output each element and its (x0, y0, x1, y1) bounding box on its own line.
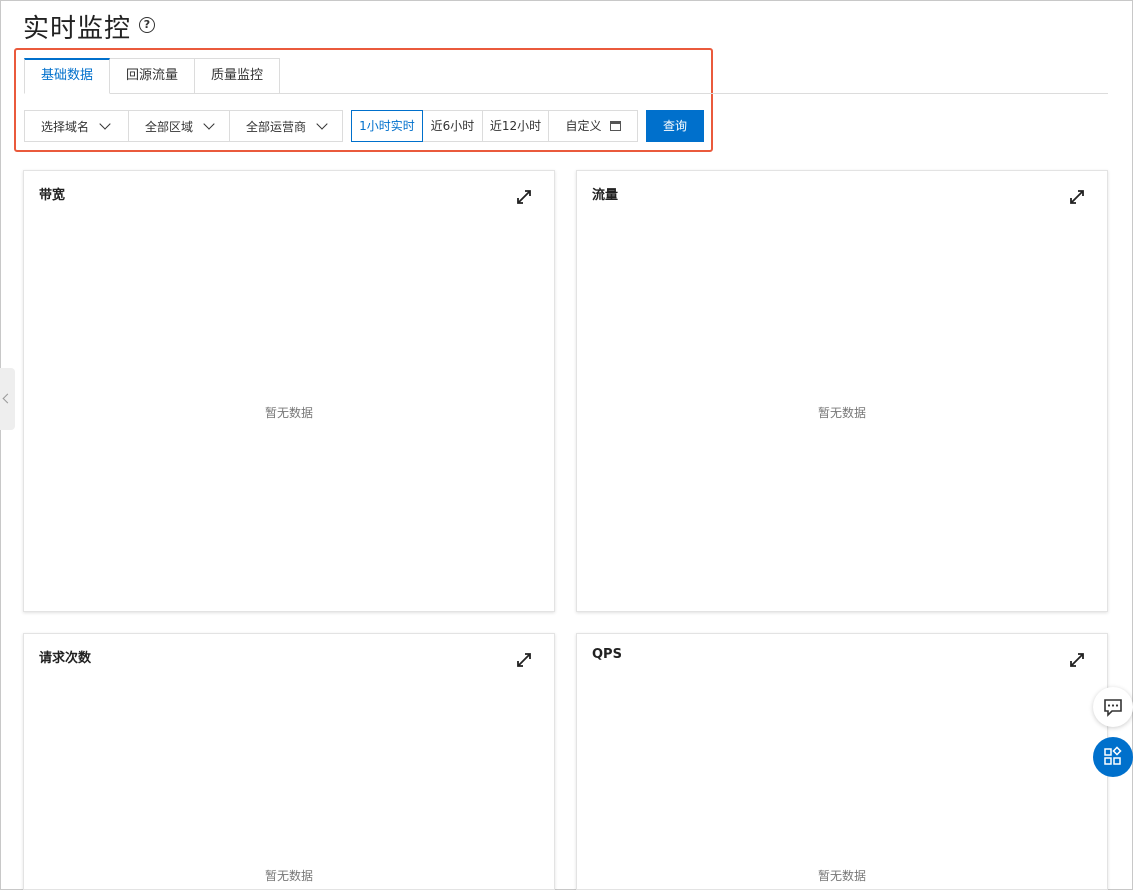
chat-button[interactable] (1093, 687, 1133, 727)
filter-bar: 选择域名 全部区域 全部运营商 (24, 110, 343, 142)
tab-basic-data[interactable]: 基础数据 (24, 58, 111, 94)
chart-card-bandwidth: 带宽 暂无数据 (23, 170, 555, 612)
card-title: 流量 (592, 188, 619, 203)
expand-icon[interactable] (516, 189, 532, 205)
chevron-down-icon (203, 118, 215, 130)
expand-icon[interactable] (516, 652, 532, 668)
domain-select[interactable]: 选择域名 (24, 110, 129, 142)
tab-divider (291, 93, 1108, 94)
region-select[interactable]: 全部区域 (129, 110, 230, 142)
sidebar-collapse-handle[interactable] (0, 368, 15, 430)
chart-card-requests: 请求次数 暂无数据 (23, 633, 555, 890)
chart-card-qps: QPS 暂无数据 (576, 633, 1108, 890)
chevron-down-icon (99, 118, 111, 130)
card-title: 请求次数 (39, 651, 92, 666)
tab-origin-traffic[interactable]: 回源流量 (110, 58, 196, 94)
query-button[interactable]: 查询 (646, 110, 704, 142)
page-title: 实时监控 (23, 14, 132, 44)
help-icon[interactable]: ? (139, 17, 155, 33)
empty-state: 暂无数据 (817, 406, 866, 420)
expand-icon[interactable] (1069, 652, 1085, 668)
time-6h-button[interactable]: 近6小时 (423, 110, 483, 142)
chat-icon (1104, 699, 1122, 717)
region-select-label: 全部区域 (145, 119, 194, 134)
card-title: QPS (592, 647, 622, 662)
empty-state: 暂无数据 (264, 869, 313, 883)
empty-state: 暂无数据 (264, 406, 313, 420)
tab-divider (113, 93, 291, 94)
tab-bar: 基础数据 回源流量 质量监控 (24, 58, 281, 94)
time-range-group: 1小时实时 近6小时 近12小时 自定义 (351, 110, 638, 142)
apps-button[interactable] (1093, 737, 1133, 777)
domain-select-label: 选择域名 (41, 119, 90, 134)
custom-range-label: 自定义 (565, 119, 602, 133)
expand-icon[interactable] (1069, 189, 1085, 205)
card-title: 带宽 (39, 188, 66, 203)
chevron-down-icon (316, 118, 328, 130)
time-1h-button[interactable]: 1小时实时 (351, 110, 423, 142)
isp-select-label: 全部运营商 (246, 119, 307, 134)
chart-card-traffic: 流量 暂无数据 (576, 170, 1108, 612)
isp-select[interactable]: 全部运营商 (230, 110, 343, 142)
chevron-left-icon (2, 393, 13, 404)
calendar-icon (609, 121, 621, 131)
tab-quality-monitor[interactable]: 质量监控 (195, 58, 281, 94)
apps-icon (1104, 746, 1122, 765)
custom-range-button[interactable]: 自定义 (549, 110, 638, 142)
time-12h-button[interactable]: 近12小时 (483, 110, 549, 142)
empty-state: 暂无数据 (817, 869, 866, 883)
